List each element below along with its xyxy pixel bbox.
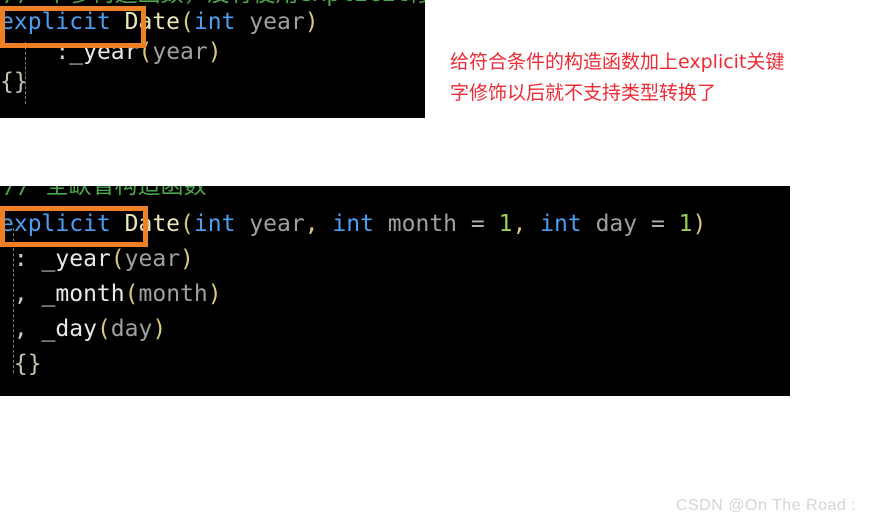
code-token-param: month xyxy=(138,281,208,307)
code-token-op: = xyxy=(637,211,679,237)
code-token-param: day xyxy=(595,211,638,237)
code-token-punct: , xyxy=(304,211,333,237)
code-token-plain: : xyxy=(0,246,42,272)
code-token-plain: , xyxy=(0,281,42,307)
code-block-single-arg-constructor: // 单参构造函数，没有使用explicit修饰 explicit Date(i… xyxy=(0,0,425,118)
code-line: : _year(year) xyxy=(0,242,790,277)
code-token-punct: ) xyxy=(692,211,707,237)
code-token-punct: ( xyxy=(180,211,194,237)
code-token-member: _day xyxy=(41,316,97,342)
code-token-num: 1 xyxy=(678,211,693,237)
code-token-punct: ) xyxy=(180,246,194,272)
code-token-param: year xyxy=(124,246,181,272)
code-token-param: day xyxy=(110,316,153,342)
code-token-member: _year xyxy=(69,39,139,65)
indent-guide xyxy=(25,42,26,104)
code-line: explicit Date(int year, int month = 1, i… xyxy=(0,207,790,242)
code-token-type: Date xyxy=(124,9,181,35)
code-token-plain: , xyxy=(0,316,42,342)
code-token-brace: {} xyxy=(0,69,28,95)
code-token-punct: ( xyxy=(138,39,153,65)
code-token-keyword: int xyxy=(193,211,236,237)
code-token-brace: {} xyxy=(0,351,42,377)
csdn-watermark: CSDN @On The Road : xyxy=(676,497,857,514)
code-comment-clipped-top: // 全缺省构造函数 xyxy=(0,186,790,207)
annotation-note: 给符合条件的构造函数加上explicit关键 字修饰以后就不支持类型转换了 xyxy=(450,47,870,109)
code-token-punct: ( xyxy=(124,281,139,307)
code-token-plain: : xyxy=(0,39,70,65)
code-token-keyword: explicit xyxy=(0,9,111,35)
annotation-line-1: 给符合条件的构造函数加上explicit关键 xyxy=(450,51,785,73)
code-line: , _day(day) xyxy=(0,312,790,347)
code-block-multi-arg-constructor: // 全缺省构造函数 explicit Date(int year, int m… xyxy=(0,186,790,396)
code-token-punct: ( xyxy=(180,9,194,35)
code-token-punct: ) xyxy=(152,316,167,342)
code-line: {} xyxy=(0,347,790,382)
code-line: , _month(month) xyxy=(0,277,790,312)
code-token-op: = xyxy=(457,211,499,237)
code-comment-text: // 全缺省构造函数 xyxy=(4,186,207,199)
code-line: {} xyxy=(0,67,425,97)
code-token-punct: ( xyxy=(96,316,111,342)
code-line: explicit Date(int year) xyxy=(0,7,425,37)
code-token-member: _month xyxy=(41,281,125,307)
code-token-punct: ) xyxy=(207,39,222,65)
code-token-type: Date xyxy=(124,211,181,237)
code-token-punct: ( xyxy=(110,246,125,272)
code-token-punct: ) xyxy=(207,281,222,307)
code-lines-container: explicit Date(int year, int month = 1, i… xyxy=(0,207,790,382)
code-token-keyword: explicit xyxy=(0,211,111,237)
code-token-punct: , xyxy=(512,211,541,237)
code-token-param: year xyxy=(249,9,305,35)
code-token-param: month xyxy=(387,211,458,237)
code-comment-clipped-top: // 单参构造函数，没有使用explicit修饰 xyxy=(0,0,425,7)
code-token-punct: ) xyxy=(304,9,319,35)
code-token-member: _year xyxy=(41,246,111,272)
code-token-keyword: int xyxy=(332,211,374,237)
code-line: :_year(year) xyxy=(0,37,425,67)
code-token-param: year xyxy=(152,39,208,65)
code-comment-text: // 单参构造函数，没有使用explicit修饰 xyxy=(4,0,425,7)
indent-guide xyxy=(13,228,14,373)
code-lines-container: explicit Date(int year) :_year(year){} xyxy=(0,7,425,97)
code-token-num: 1 xyxy=(498,211,513,237)
annotation-line-2: 字修饰以后就不支持类型转换了 xyxy=(450,82,717,104)
code-token-keyword: int xyxy=(193,9,236,35)
code-token-param: year xyxy=(249,211,305,237)
code-token-keyword: int xyxy=(540,211,582,237)
